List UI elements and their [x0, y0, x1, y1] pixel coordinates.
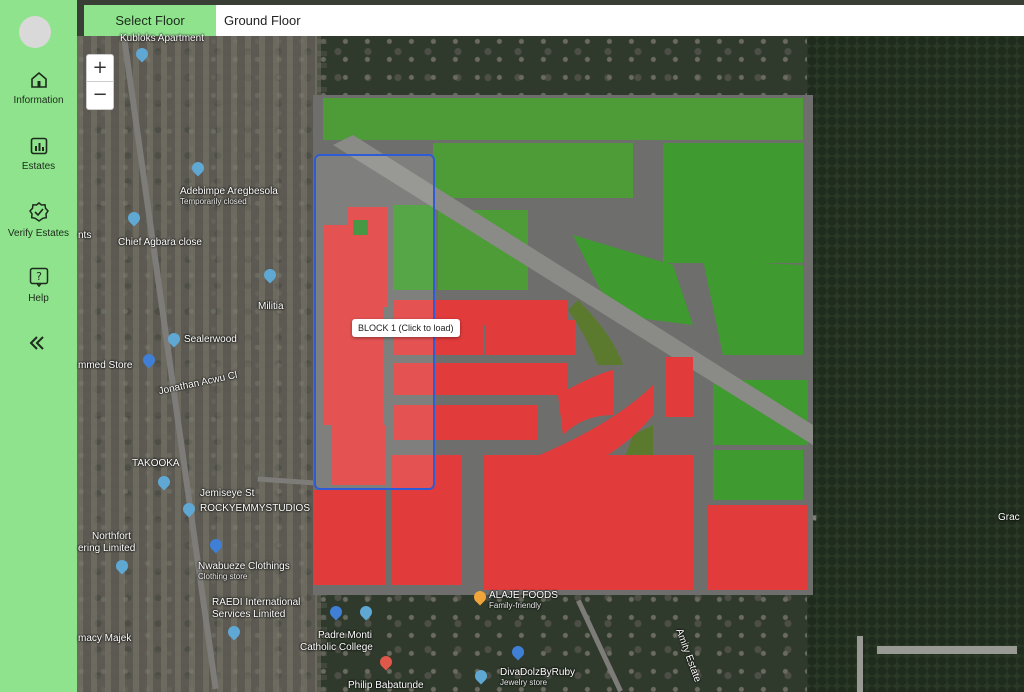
map-label[interactable]: Kubloks Apartment — [120, 33, 204, 44]
map-label[interactable]: macy Majek — [78, 633, 131, 644]
map-label[interactable]: Catholic College — [300, 642, 373, 653]
map-label-sub: Family-friendly — [489, 601, 542, 610]
map-label[interactable]: Adebimpe Aregbesola Temporarily closed — [180, 186, 278, 206]
sidebar-item-label: Verify Estates — [7, 228, 70, 239]
road — [576, 599, 623, 692]
sidebar-item-label: Help — [28, 293, 49, 304]
map-label[interactable]: TAKOOKA — [132, 458, 180, 469]
avatar[interactable] — [19, 16, 51, 48]
map-label-name: DivaDolzByRuby — [500, 667, 576, 678]
sidebar-item-estates[interactable]: Estates — [0, 136, 77, 172]
map-label-name: Adebimpe Aregbesola — [180, 186, 278, 197]
map-label[interactable]: ROCKYEMMYSTUDIOS — [200, 503, 310, 514]
sidebar-item-help[interactable]: ? Help — [0, 266, 77, 304]
selected-floor-value[interactable]: Ground Floor — [224, 5, 301, 36]
double-chevron-left-icon — [29, 336, 44, 350]
plot-available[interactable] — [323, 98, 803, 140]
map-label-name: ALAJE FOODS — [489, 590, 558, 601]
map-label[interactable]: Chief Agbara close — [118, 237, 202, 248]
sidebar: Information Estates Verify Estates ? Hel… — [0, 0, 77, 692]
map-label[interactable]: ALAJE FOODS Family-friendly — [489, 590, 558, 610]
map-label[interactable]: ering Limited — [78, 543, 135, 554]
map-label[interactable]: Militia — [258, 301, 284, 312]
verified-badge-icon — [28, 202, 49, 222]
home-icon — [30, 71, 47, 88]
block-tooltip[interactable]: BLOCK 1 (Click to load) — [352, 319, 460, 337]
plot-sold[interactable] — [665, 357, 693, 417]
map-label[interactable]: Nwabueze Clothings Clothing store — [198, 561, 290, 581]
zoom-controls: + − — [86, 54, 114, 110]
plot-sold[interactable] — [708, 505, 808, 590]
collapse-sidebar-button[interactable] — [24, 330, 50, 356]
floor-selector-bar: Select Floor Ground Floor — [84, 5, 1024, 36]
map-label-sub: Clothing store — [198, 572, 248, 581]
road — [857, 636, 863, 692]
help-icon: ? — [29, 267, 48, 288]
plot-available[interactable] — [433, 143, 633, 198]
sidebar-item-verify-estates[interactable]: Verify Estates — [0, 201, 77, 239]
map-label[interactable]: Sealerwood — [184, 334, 237, 345]
zoom-out-button[interactable]: − — [87, 81, 113, 107]
zoom-in-button[interactable]: + — [87, 55, 113, 81]
sidebar-item-label: Estates — [21, 161, 56, 172]
map-label-name: Nwabueze Clothings — [198, 561, 290, 572]
map-label[interactable]: Padre Monti — [318, 630, 372, 641]
map-label-sub: Temporarily closed — [180, 197, 247, 206]
map-label[interactable]: mmed Store — [78, 360, 132, 371]
forest-area — [807, 36, 1024, 692]
plot-available[interactable] — [663, 143, 803, 263]
map-label[interactable]: DivaDolzByRuby Jewelry store — [500, 667, 575, 687]
svg-text:?: ? — [36, 270, 42, 283]
map-label[interactable]: nts — [78, 230, 91, 241]
map-label[interactable]: Grac — [998, 512, 1020, 523]
map-label-sub: Jewelry store — [500, 678, 548, 687]
map-label[interactable]: Services Limited — [212, 609, 285, 620]
plot-sold[interactable] — [483, 455, 693, 590]
map-label[interactable]: Jemiseye St — [200, 488, 254, 499]
plot-sold[interactable] — [485, 320, 575, 355]
map-label[interactable]: RAEDI International — [212, 597, 300, 608]
road — [877, 646, 1017, 654]
sidebar-item-label: Information — [13, 95, 64, 106]
map-label[interactable]: Philip Babatunde — [348, 680, 424, 691]
map-label[interactable]: Northfort — [92, 531, 131, 542]
select-floor-button[interactable]: Select Floor — [84, 5, 216, 36]
sidebar-item-information[interactable]: Information — [0, 70, 77, 106]
plot-sold[interactable] — [343, 492, 383, 537]
chart-icon — [30, 137, 47, 155]
plot-available[interactable] — [713, 450, 803, 500]
